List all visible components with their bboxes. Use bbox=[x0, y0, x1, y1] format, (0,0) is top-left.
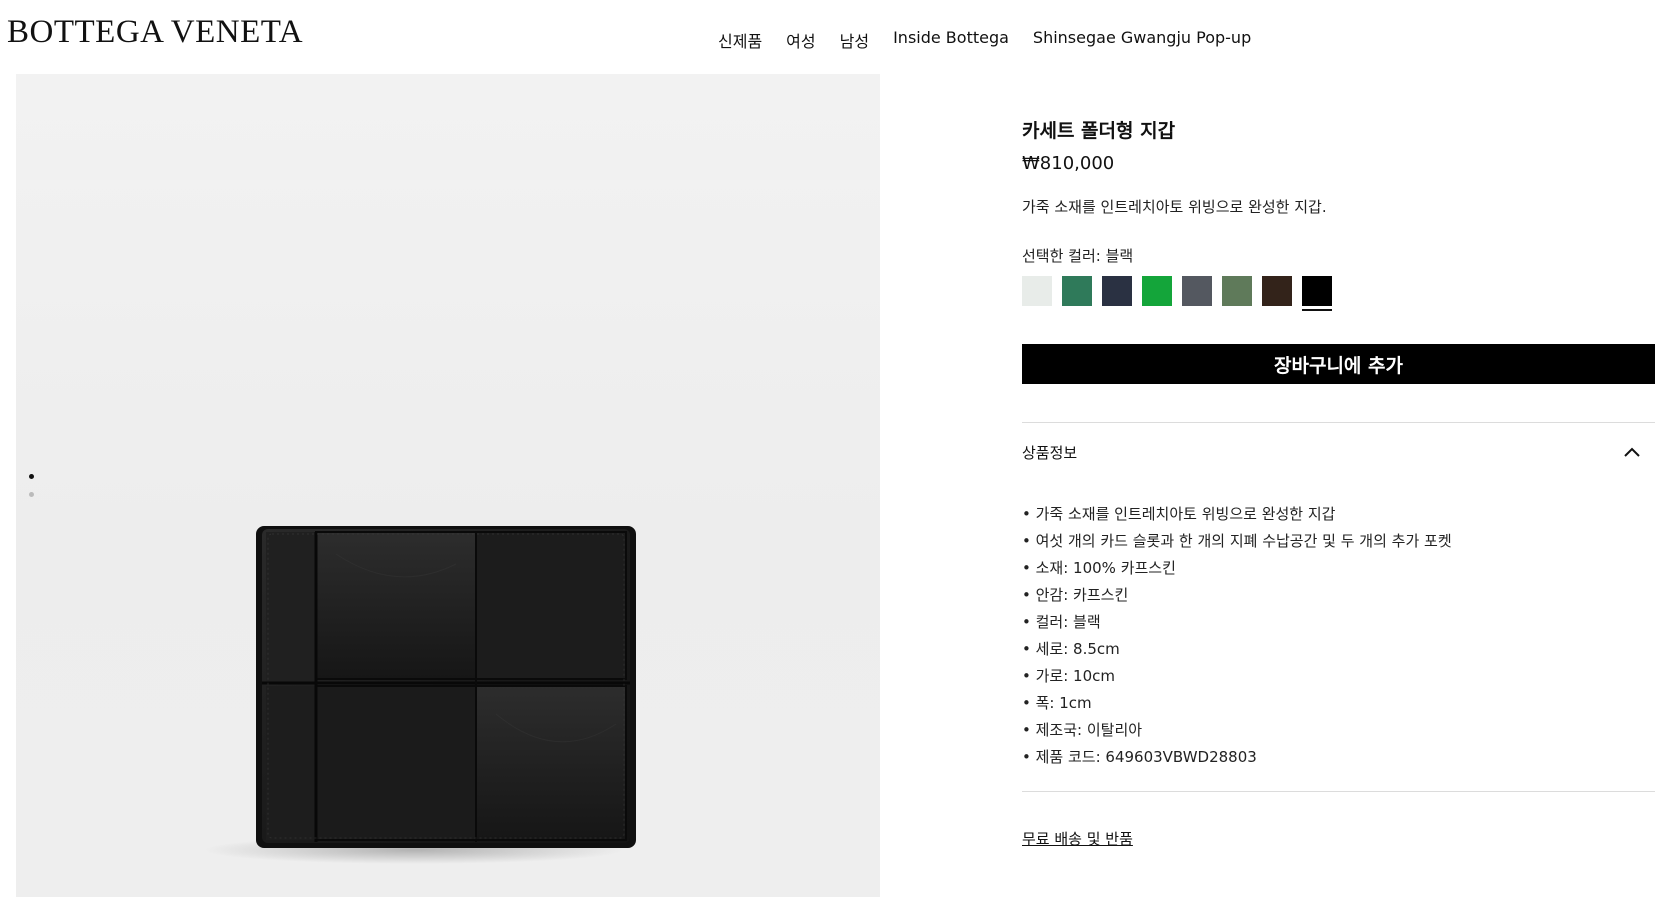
product-info: 카세트 폴더형 지갑 ₩810,000 가죽 소재를 인트레치아토 위빙으로 완… bbox=[1022, 116, 1655, 849]
shipping-returns-link[interactable]: 무료 배송 및 반품 bbox=[1022, 828, 1133, 849]
list-item: 가죽 소재를 인트레치아토 위빙으로 완성한 지갑 bbox=[1022, 501, 1655, 528]
list-item: 제품 코드: 649603VBWD28803 bbox=[1022, 744, 1655, 771]
list-item: 폭: 1cm bbox=[1022, 690, 1655, 717]
color-swatch-7[interactable] bbox=[1262, 276, 1292, 306]
selected-color-label: 선택한 컬러: 블랙 bbox=[1022, 247, 1134, 265]
nav-item-women[interactable]: 여성 bbox=[786, 28, 815, 52]
color-swatch-8[interactable] bbox=[1302, 276, 1332, 311]
nav-item-popup[interactable]: Shinsegae Gwangju Pop-up bbox=[1033, 28, 1251, 52]
list-item: 제조국: 이탈리아 bbox=[1022, 717, 1655, 744]
color-swatch-2[interactable] bbox=[1062, 276, 1092, 306]
color-swatches bbox=[1022, 276, 1655, 311]
list-item: 컬러: 블랙 bbox=[1022, 609, 1655, 636]
list-item: 소재: 100% 카프스킨 bbox=[1022, 555, 1655, 582]
brand-logo[interactable]: BOTTEGA VENETA bbox=[7, 14, 303, 51]
product-details-toggle[interactable]: 상품정보 bbox=[1022, 423, 1655, 481]
color-swatch-6[interactable] bbox=[1222, 276, 1252, 306]
list-item: 여섯 개의 카드 슬롯과 한 개의 지폐 수납공간 및 두 개의 추가 포켓 bbox=[1022, 528, 1655, 555]
color-swatch-3[interactable] bbox=[1102, 276, 1132, 306]
product-title: 카세트 폴더형 지갑 bbox=[1022, 120, 1176, 142]
main-nav: 신제품 여성 남성 Inside Bottega Shinsegae Gwang… bbox=[718, 28, 1251, 52]
product-description: 가죽 소재를 인트레치아토 위빙으로 완성한 지갑. bbox=[1022, 198, 1327, 216]
wallet-image bbox=[204, 526, 636, 864]
product-price: ₩810,000 bbox=[1022, 153, 1115, 174]
product-details-heading: 상품정보 bbox=[1022, 443, 1078, 462]
color-swatch-4[interactable] bbox=[1142, 276, 1172, 306]
list-item: 세로: 8.5cm bbox=[1022, 636, 1655, 663]
color-swatch-5[interactable] bbox=[1182, 276, 1212, 306]
divider bbox=[1022, 791, 1655, 792]
list-item: 안감: 카프스킨 bbox=[1022, 582, 1655, 609]
list-item: 가로: 10cm bbox=[1022, 663, 1655, 690]
product-gallery[interactable] bbox=[16, 74, 880, 897]
nav-item-new[interactable]: 신제품 bbox=[718, 28, 762, 52]
nav-item-men[interactable]: 남성 bbox=[840, 28, 869, 52]
add-to-cart-button[interactable]: 장바구니에 추가 bbox=[1022, 344, 1655, 384]
color-swatch-1[interactable] bbox=[1022, 276, 1052, 306]
product-details-list: 가죽 소재를 인트레치아토 위빙으로 완성한 지갑여섯 개의 카드 슬롯과 한 … bbox=[1022, 501, 1655, 771]
chevron-up-icon bbox=[1624, 447, 1640, 457]
nav-item-inside-bottega[interactable]: Inside Bottega bbox=[893, 28, 1009, 52]
